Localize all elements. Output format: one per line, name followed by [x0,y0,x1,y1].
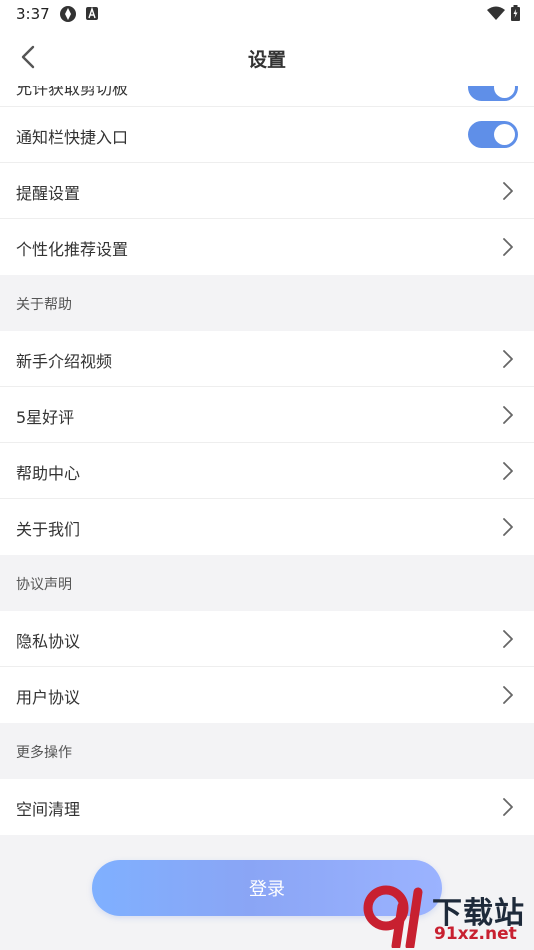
user-agreement-row[interactable]: 用户协议 [0,667,534,723]
chevron-right-icon [503,182,513,200]
row-label: 允许获取剪切板 [16,86,129,98]
section-title: 协议声明 [16,577,72,593]
page-title: 设置 [247,49,286,71]
row-label: 个性化推荐设置 [16,240,129,259]
battery-icon [511,5,520,21]
five-star-rating-row[interactable]: 5星好评 [0,387,534,443]
row-label: 关于我们 [16,520,81,539]
section-title: 关于帮助 [16,297,72,313]
row-label: 用户协议 [16,688,81,707]
row-label: 空间清理 [16,800,81,819]
chevron-right-icon [503,518,513,536]
nav-header: 设置 [0,28,534,86]
space-cleanup-row[interactable]: 空间清理 [0,779,534,835]
settings-list: 允许获取剪切板 通知栏快捷入口 提醒设置 个性化推荐设置 关于帮助 新手介绍视频… [0,86,534,835]
personalized-recommend-row[interactable]: 个性化推荐设置 [0,219,534,275]
row-label: 提醒设置 [16,184,81,203]
watermark-url: 91xz.net [434,924,517,944]
intro-video-row[interactable]: 新手介绍视频 [0,331,534,387]
row-label: 5星好评 [16,408,75,427]
chevron-right-icon [503,406,513,424]
login-button-label: 登录 [249,879,285,900]
about-us-row[interactable]: 关于我们 [0,499,534,555]
chevron-right-icon [503,798,513,816]
chevron-right-icon [503,238,513,256]
row-label: 隐私协议 [16,632,81,651]
reminder-settings-row[interactable]: 提醒设置 [0,163,534,219]
section-title: 更多操作 [16,745,72,761]
chevron-right-icon [503,686,513,704]
watermark-logo-icon [363,885,423,948]
status-bar: 3:37 [0,0,534,28]
chevron-right-icon [503,630,513,648]
toggle-knob [494,86,515,98]
settings-app-icon [60,6,76,22]
toggle-knob [494,124,515,145]
clipboard-permission-row[interactable]: 允许获取剪切板 [0,86,534,107]
help-center-row[interactable]: 帮助中心 [0,443,534,499]
wifi-icon [487,6,505,20]
status-time: 3:37 [16,5,50,23]
section-more: 更多操作 [0,723,534,779]
section-agreements: 协议声明 [0,555,534,611]
row-label: 帮助中心 [16,464,81,483]
row-label: 通知栏快捷入口 [16,128,129,147]
chevron-right-icon [503,462,513,480]
clipboard-toggle[interactable] [468,86,518,101]
privacy-policy-row[interactable]: 隐私协议 [0,611,534,667]
notify-entry-row[interactable]: 通知栏快捷入口 [0,107,534,163]
a-notification-icon [86,7,98,20]
notify-entry-toggle[interactable] [468,121,518,148]
chevron-right-icon [503,350,513,368]
row-label: 新手介绍视频 [16,352,113,371]
section-help: 关于帮助 [0,275,534,331]
watermark: 下载站 91xz.net [362,884,532,948]
